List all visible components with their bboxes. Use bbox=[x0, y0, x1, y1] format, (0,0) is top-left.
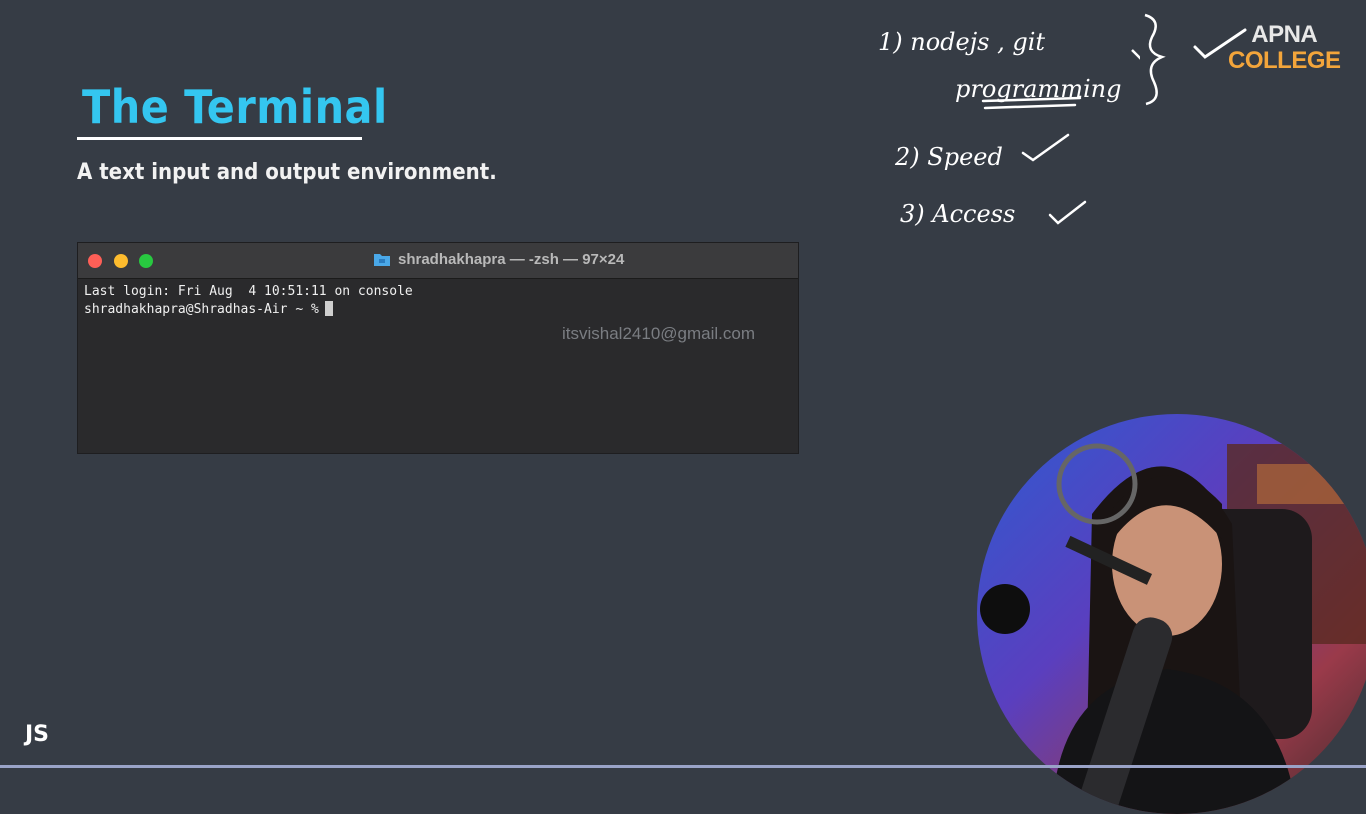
handwritten-notes: 1) nodejs , git programming 2) Speed 3) … bbox=[878, 28, 1140, 228]
terminal-title: shradhakhapra — -zsh — 97×24 bbox=[373, 251, 624, 268]
presenter-image bbox=[980, 443, 1366, 814]
course-label: JS bbox=[25, 722, 50, 747]
email-watermark: itsvishal2410@gmail.com bbox=[562, 324, 756, 343]
note-line-1: 1) nodejs , git bbox=[878, 28, 1045, 56]
zoom-button[interactable] bbox=[139, 254, 153, 268]
slide-subtitle: A text input and output environment. bbox=[77, 160, 497, 185]
presenter-webcam bbox=[977, 414, 1366, 814]
note-line-2: 2) Speed bbox=[894, 143, 1003, 171]
terminal-output[interactable]: Last login: Fri Aug 4 10:51:11 on consol… bbox=[78, 279, 798, 323]
text-cursor bbox=[324, 301, 333, 316]
folder-icon bbox=[374, 254, 390, 266]
note-line-3: 3) Access bbox=[900, 200, 1015, 228]
terminal-prompt: shradhakhapra@Shradhas-Air ~ % bbox=[84, 302, 319, 317]
terminal-title-text: shradhakhapra — -zsh — 97×24 bbox=[398, 251, 625, 268]
title-underline bbox=[77, 137, 362, 140]
terminal-line: Last login: Fri Aug 4 10:51:11 on consol… bbox=[84, 284, 413, 299]
brace-icon bbox=[1144, 13, 1166, 106]
minimize-button[interactable] bbox=[114, 254, 128, 268]
terminal-prompt-line[interactable]: shradhakhapra@Shradhas-Air ~ % bbox=[84, 301, 792, 319]
apna-college-logo: APNA COLLEGE bbox=[1228, 21, 1341, 74]
terminal-title-bar[interactable]: shradhakhapra — -zsh — 97×24 bbox=[78, 243, 798, 279]
slide-title: The Terminal bbox=[82, 80, 388, 134]
close-button[interactable] bbox=[88, 254, 102, 268]
terminal-window[interactable]: shradhakhapra — -zsh — 97×24 Last login:… bbox=[78, 243, 798, 453]
